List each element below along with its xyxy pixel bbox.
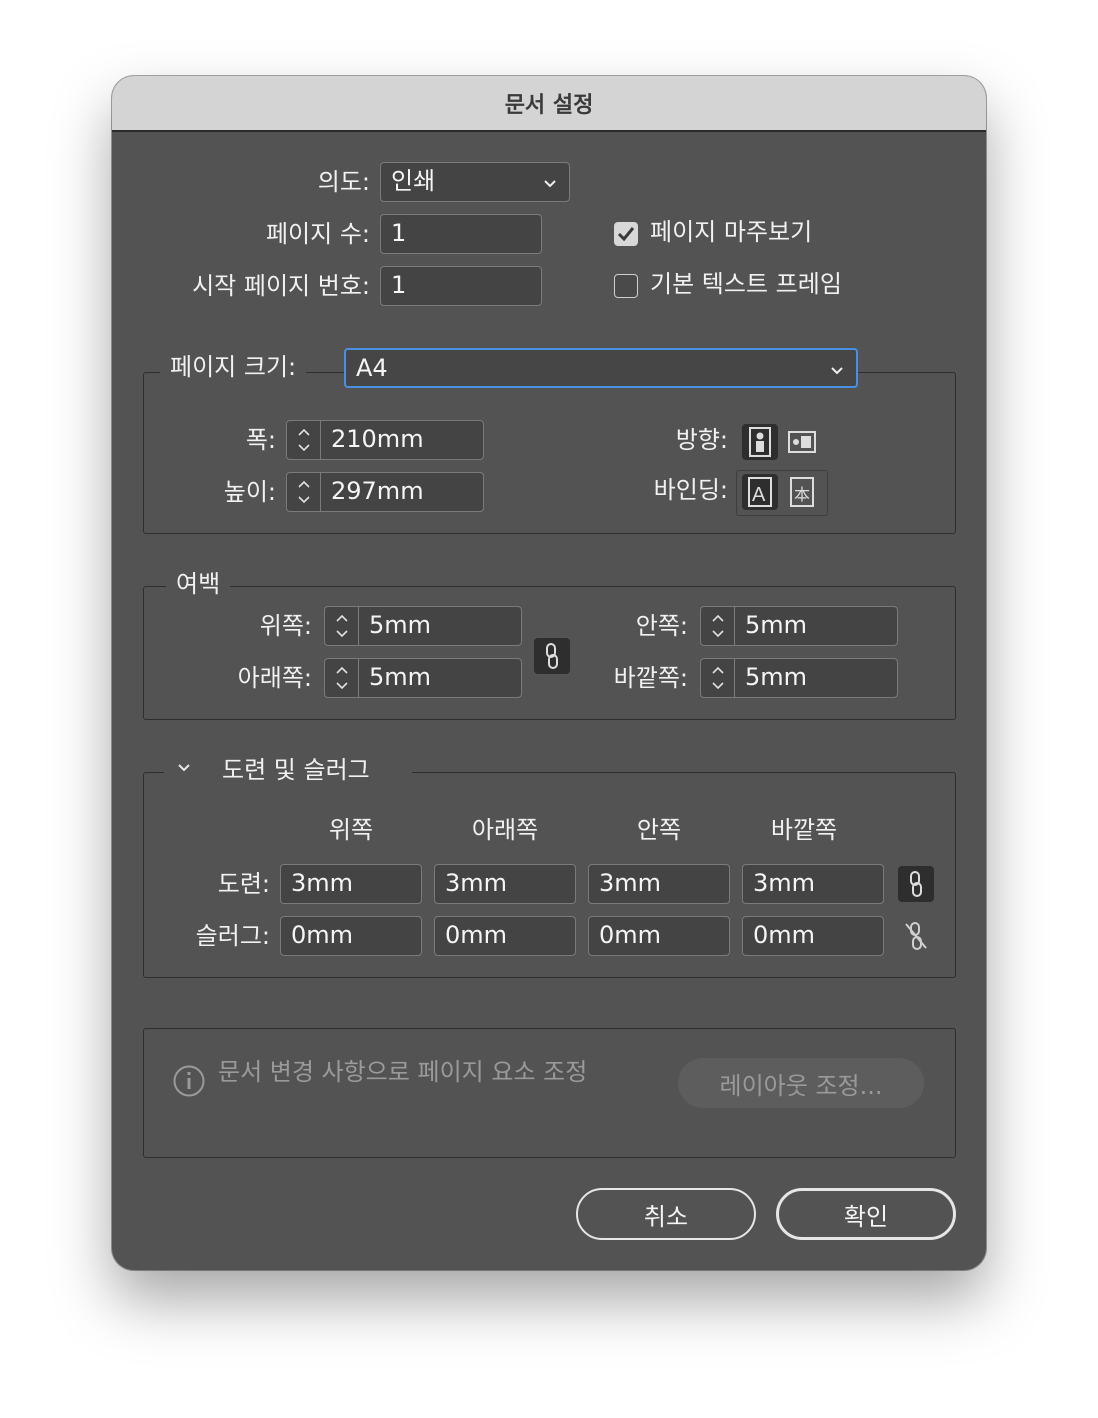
margin-top-label: 위쪽: bbox=[259, 612, 312, 640]
adjust-info-text: 문서 변경 사항으로 페이지 요소 조정 bbox=[218, 1058, 588, 1086]
primary-text-frame-checkbox[interactable] bbox=[614, 274, 638, 298]
col-header-bottom: 아래쪽 bbox=[471, 816, 539, 844]
facing-pages-label[interactable]: 페이지 마주보기 bbox=[650, 212, 812, 252]
dialog-title: 문서 설정 bbox=[504, 93, 594, 118]
intent-label: 의도: bbox=[317, 168, 370, 196]
height-value: 297mm bbox=[331, 477, 424, 505]
page-size-value: A4 bbox=[356, 354, 388, 382]
width-stepper[interactable]: 210mm bbox=[286, 420, 484, 460]
start-page-label: 시작 페이지 번호: bbox=[192, 272, 370, 300]
checkmark-icon bbox=[617, 227, 635, 242]
col-header-outside: 바깥쪽 bbox=[770, 816, 838, 844]
orientation-label: 방향: bbox=[675, 426, 728, 454]
bleed-outside-input[interactable]: 3mm bbox=[742, 864, 884, 904]
col-header-inside: 안쪽 bbox=[636, 816, 682, 844]
slug-bottom-input[interactable]: 0mm bbox=[434, 916, 576, 956]
margin-top-value: 5mm bbox=[369, 611, 432, 639]
margin-top-stepper[interactable]: 5mm bbox=[324, 606, 522, 646]
binding-ltr-glyph: A bbox=[752, 484, 766, 506]
stepper-arrows-icon[interactable] bbox=[701, 659, 735, 697]
page-count-label: 페이지 수: bbox=[265, 220, 370, 248]
margin-bottom-value: 5mm bbox=[369, 663, 432, 691]
width-label: 폭: bbox=[245, 426, 276, 454]
margin-inside-stepper[interactable]: 5mm bbox=[700, 606, 898, 646]
margin-inside-label: 안쪽: bbox=[635, 612, 688, 640]
facing-pages-checkbox[interactable] bbox=[614, 222, 638, 246]
ok-button[interactable]: 확인 bbox=[776, 1188, 956, 1240]
binding-rtl-glyph: 本 bbox=[794, 485, 810, 504]
col-header-top: 위쪽 bbox=[328, 816, 374, 844]
height-stepper[interactable]: 297mm bbox=[286, 472, 484, 512]
height-label: 높이: bbox=[223, 478, 276, 506]
margins-legend: 여백 bbox=[166, 566, 231, 602]
title-bar[interactable]: 문서 설정 bbox=[112, 76, 986, 132]
margin-bottom-label: 아래쪽: bbox=[237, 664, 312, 692]
info-icon bbox=[172, 1064, 206, 1102]
cancel-button[interactable]: 취소 bbox=[576, 1188, 756, 1240]
stepper-arrows-icon[interactable] bbox=[325, 607, 359, 645]
margin-outside-stepper[interactable]: 5mm bbox=[700, 658, 898, 698]
document-setup-dialog: 문서 설정 의도: 인쇄 페이지 수: 1 시작 페이지 번호: 1 페이지 마… bbox=[112, 76, 986, 1270]
page-size-label: 페이지 크기: bbox=[160, 349, 307, 385]
chevron-down-icon bbox=[830, 350, 844, 387]
slug-inside-input[interactable]: 0mm bbox=[588, 916, 730, 956]
margin-inside-value: 5mm bbox=[745, 611, 808, 639]
landscape-icon[interactable] bbox=[784, 424, 820, 460]
stepper-arrows-icon[interactable] bbox=[287, 473, 321, 511]
slug-label: 슬러그: bbox=[195, 922, 270, 950]
chevron-down-icon[interactable] bbox=[176, 760, 192, 780]
stepper-arrows-icon[interactable] bbox=[287, 421, 321, 459]
page-count-input[interactable]: 1 bbox=[380, 214, 542, 254]
chevron-down-icon bbox=[543, 163, 557, 200]
bleed-inside-input[interactable]: 3mm bbox=[588, 864, 730, 904]
margin-outside-value: 5mm bbox=[745, 663, 808, 691]
margin-bottom-stepper[interactable]: 5mm bbox=[324, 658, 522, 698]
bleed-label: 도련: bbox=[217, 870, 270, 898]
intent-value: 인쇄 bbox=[391, 167, 436, 195]
primary-text-frame-label[interactable]: 기본 텍스트 프레임 bbox=[650, 264, 842, 304]
right-to-left-binding-icon[interactable]: 本 bbox=[784, 474, 820, 510]
width-value: 210mm bbox=[331, 425, 424, 453]
bleed-top-input[interactable]: 3mm bbox=[280, 864, 422, 904]
bleed-bottom-input[interactable]: 3mm bbox=[434, 864, 576, 904]
stepper-arrows-icon[interactable] bbox=[701, 607, 735, 645]
margin-outside-label: 바깥쪽: bbox=[613, 664, 688, 692]
binding-label: 바인딩: bbox=[653, 476, 728, 504]
slug-top-input[interactable]: 0mm bbox=[280, 916, 422, 956]
portrait-icon[interactable] bbox=[742, 424, 778, 460]
left-to-right-binding-icon[interactable]: A bbox=[742, 474, 778, 510]
broken-link-chain-icon[interactable] bbox=[898, 918, 934, 954]
page-size-select[interactable]: A4 bbox=[344, 348, 858, 388]
bleed-slug-title: 도련 및 슬러그 bbox=[222, 756, 370, 784]
stepper-arrows-icon[interactable] bbox=[325, 659, 359, 697]
bleed-link-chain-icon[interactable] bbox=[898, 866, 934, 902]
adjust-layout-button[interactable]: 레이아웃 조정... bbox=[678, 1058, 924, 1108]
intent-select[interactable]: 인쇄 bbox=[380, 162, 570, 202]
slug-outside-input[interactable]: 0mm bbox=[742, 916, 884, 956]
start-page-input[interactable]: 1 bbox=[380, 266, 542, 306]
